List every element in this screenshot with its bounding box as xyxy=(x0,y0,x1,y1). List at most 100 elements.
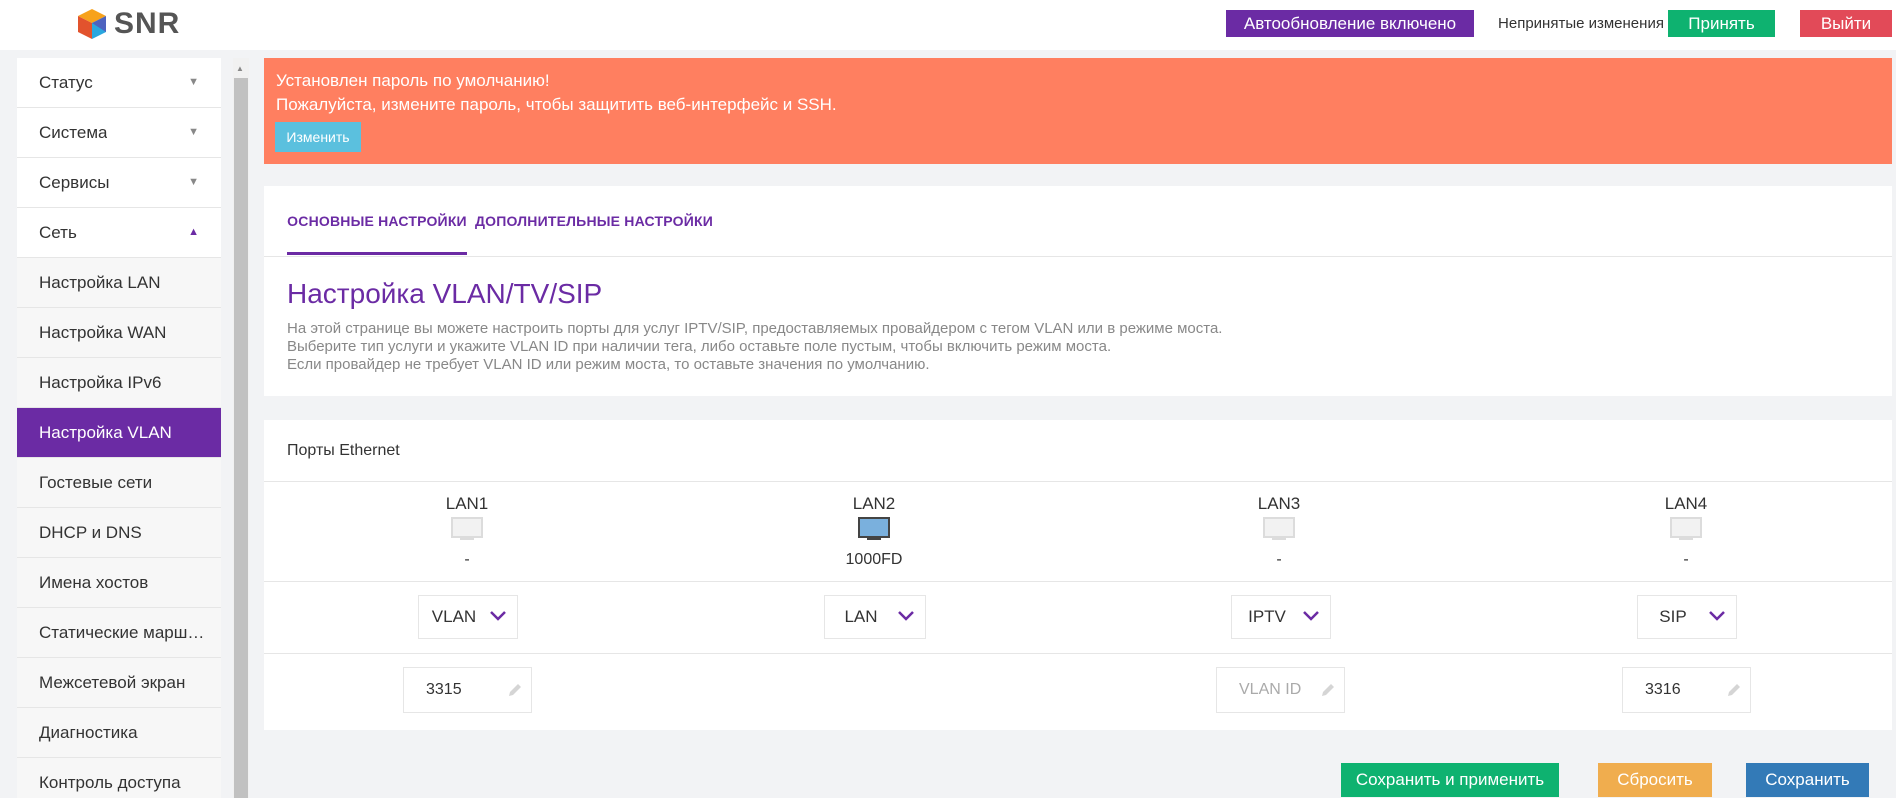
logo-cube-icon xyxy=(78,9,106,39)
sidebar-item-label: Имена хостов xyxy=(39,572,149,592)
sidebar-item-ipv6[interactable]: Настройка IPv6 xyxy=(17,358,221,408)
save-button[interactable]: Сохранить xyxy=(1746,763,1869,797)
port-name: LAN2 xyxy=(852,494,896,513)
caret-down-icon: ▼ xyxy=(188,126,199,138)
sidebar-item-label: DHCP и DNS xyxy=(39,522,142,542)
port-type-select-lan3[interactable]: IPTV xyxy=(1231,595,1331,639)
port-lan1: LAN1 - xyxy=(407,493,527,570)
reset-button[interactable]: Сбросить xyxy=(1598,763,1712,797)
ethernet-port-icon xyxy=(1263,517,1295,540)
sidebar-item-label: Сервисы xyxy=(39,172,110,192)
ethernet-ports-card: Порты Ethernet LAN1 - LAN2 1000FD LAN3 -… xyxy=(264,420,1892,730)
caret-up-icon: ▲ xyxy=(188,226,199,238)
sidebar-item-wan[interactable]: Настройка WAN xyxy=(17,308,221,358)
ethernet-port-connected-icon xyxy=(858,517,890,540)
sidebar-item-label: Статус xyxy=(39,72,93,92)
logo-text: SNR xyxy=(114,7,181,40)
save-and-apply-button[interactable]: Сохранить и применить xyxy=(1341,763,1559,797)
port-status: - xyxy=(464,551,470,568)
page-title: Настройка VLAN/TV/SIP xyxy=(287,278,603,309)
select-value: VLAN xyxy=(431,607,477,626)
input-value: 3315 xyxy=(426,681,462,698)
sidebar-item-label: Настройка WAN xyxy=(39,322,167,342)
accept-button[interactable]: Принять xyxy=(1668,10,1775,37)
pencil-icon xyxy=(1728,684,1740,696)
port-type-select-lan1[interactable]: VLAN xyxy=(418,595,518,639)
logout-button[interactable]: Выйти xyxy=(1800,10,1892,37)
pencil-icon xyxy=(509,684,521,696)
sidebar-item-label: Контроль доступа xyxy=(39,772,181,792)
change-password-button[interactable]: Изменить xyxy=(275,122,361,152)
sidebar-item-label: Межсетевой экран xyxy=(39,672,186,692)
port-lan4: LAN4 - xyxy=(1626,493,1746,570)
scrollbar-thumb[interactable] xyxy=(234,78,248,798)
pencil-icon xyxy=(1322,684,1334,696)
sidebar-item-network[interactable]: Сеть ▲ xyxy=(17,208,221,258)
sidebar-item-services[interactable]: Сервисы ▼ xyxy=(17,158,221,208)
active-tab-indicator xyxy=(287,252,467,255)
ethernet-ports-heading: Порты Ethernet xyxy=(264,420,1892,482)
chevron-down-icon xyxy=(490,611,506,621)
port-name: LAN1 xyxy=(445,494,489,513)
sidebar-item-label: Система xyxy=(39,122,108,142)
chevron-down-icon xyxy=(1303,611,1319,621)
description-line: Выберите тип услуги и укажите VLAN ID пр… xyxy=(287,338,1112,355)
port-status: - xyxy=(1276,551,1282,568)
port-type-select-lan4[interactable]: SIP xyxy=(1637,595,1737,639)
port-name: LAN4 xyxy=(1664,494,1708,513)
input-placeholder: VLAN ID xyxy=(1239,681,1302,698)
port-status: 1000FD xyxy=(845,551,903,568)
sidebar-item-label: Сеть xyxy=(39,222,77,242)
auto-update-button[interactable]: Автообновление включено xyxy=(1226,10,1474,37)
unsaved-changes-label: Непринятые изменения xyxy=(1495,10,1667,37)
port-type-select-lan2[interactable]: LAN xyxy=(824,595,926,639)
sidebar-item-guest-networks[interactable]: Гостевые сети xyxy=(17,458,221,508)
sidebar-item-static-routes[interactable]: Статические маршруты xyxy=(17,608,221,658)
sidebar-item-diagnostics[interactable]: Диагностика xyxy=(17,708,221,758)
top-header: SNR Автообновление включено Непринятые и… xyxy=(0,0,1896,50)
port-lan3: LAN3 - xyxy=(1219,493,1339,570)
chevron-down-icon xyxy=(898,611,914,621)
tab-advanced-settings[interactable]: ДОПОЛНИТЕЛЬНЫЕ НАСТРОЙКИ xyxy=(475,186,713,256)
select-value: LAN xyxy=(844,607,878,626)
sidebar-item-dhcp-dns[interactable]: DHCP и DNS xyxy=(17,508,221,558)
sidebar-item-firewall[interactable]: Межсетевой экран xyxy=(17,658,221,708)
select-value: SIP xyxy=(1659,607,1687,626)
sidebar-item-hostnames[interactable]: Имена хостов xyxy=(17,558,221,608)
page-description: На этой странице вы можете настроить пор… xyxy=(287,320,1222,374)
sidebar-item-label: Настройка VLAN xyxy=(39,422,172,442)
settings-card: ОСНОВНЫЕ НАСТРОЙКИ ДОПОЛНИТЕЛЬНЫЕ НАСТРО… xyxy=(264,186,1892,396)
vlan-id-input-lan3[interactable]: VLAN ID xyxy=(1216,667,1345,713)
port-status: - xyxy=(1683,551,1689,568)
row-divider xyxy=(264,581,1892,582)
caret-down-icon: ▼ xyxy=(188,76,199,88)
ethernet-port-icon xyxy=(1670,517,1702,540)
sidebar: Статус ▼ Система ▼ Сервисы ▼ Сеть ▲ Наст… xyxy=(17,58,221,798)
sidebar-item-access-control[interactable]: Контроль доступа xyxy=(17,758,221,798)
sidebar-item-label: Настройка LAN xyxy=(39,272,161,292)
default-password-alert: Установлен пароль по умолчанию! Пожалуйс… xyxy=(264,58,1892,164)
port-name: LAN3 xyxy=(1257,494,1301,513)
sidebar-item-system[interactable]: Система ▼ xyxy=(17,108,221,158)
sidebar-item-label: Гостевые сети xyxy=(39,472,153,492)
alert-title: Установлен пароль по умолчанию! xyxy=(276,71,550,90)
tab-basic-settings[interactable]: ОСНОВНЫЕ НАСТРОЙКИ xyxy=(287,186,467,256)
vlan-id-input-lan1[interactable]: 3315 xyxy=(403,667,532,713)
sidebar-item-vlan[interactable]: Настройка VLAN xyxy=(17,408,221,458)
tabs-bar: ОСНОВНЫЕ НАСТРОЙКИ ДОПОЛНИТЕЛЬНЫЕ НАСТРО… xyxy=(264,186,1892,257)
chevron-down-icon xyxy=(1709,611,1725,621)
row-divider xyxy=(264,653,1892,654)
sidebar-item-status[interactable]: Статус ▼ xyxy=(17,58,221,108)
description-line: Если провайдер не требует VLAN ID или ре… xyxy=(287,356,930,373)
caret-down-icon: ▼ xyxy=(188,176,199,188)
select-value: IPTV xyxy=(1248,607,1286,626)
scroll-up-arrow-icon[interactable]: ▲ xyxy=(236,64,244,73)
description-line: На этой странице вы можете настроить пор… xyxy=(287,320,1223,337)
vlan-id-input-lan4[interactable]: 3316 xyxy=(1622,667,1751,713)
logo: SNR xyxy=(76,6,180,42)
sidebar-item-label: Статические маршруты xyxy=(39,622,209,642)
alert-message: Пожалуйста, измените пароль, чтобы защит… xyxy=(276,95,837,114)
sidebar-item-lan[interactable]: Настройка LAN xyxy=(17,258,221,308)
ethernet-port-icon xyxy=(451,517,483,540)
input-value: 3316 xyxy=(1645,681,1681,698)
